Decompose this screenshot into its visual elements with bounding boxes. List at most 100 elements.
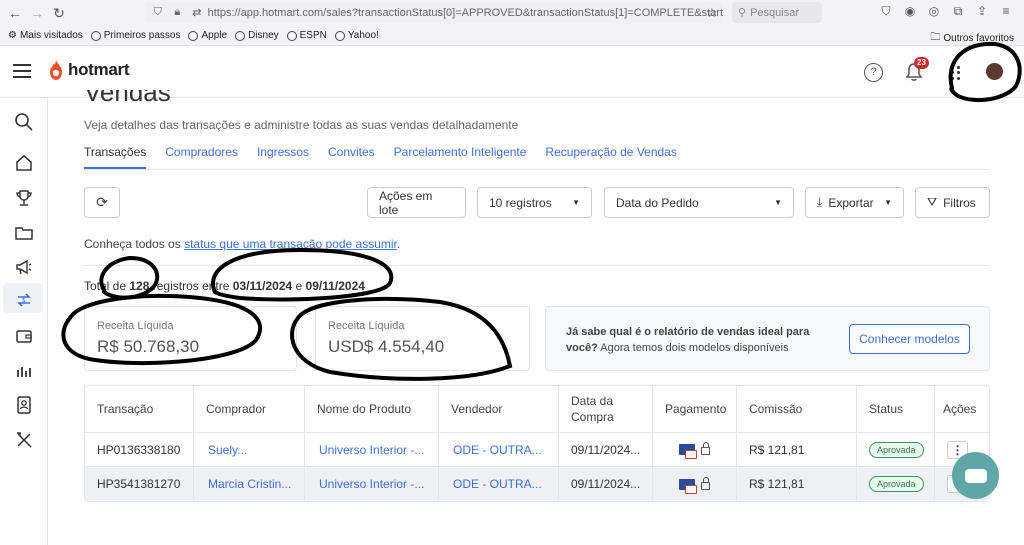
- notification-badge: 23: [914, 57, 929, 69]
- export-button[interactable]: ⤓ Exportar ▼: [805, 187, 904, 218]
- transaction-id[interactable]: HP3541381270: [85, 467, 194, 501]
- svg-text:$: $: [22, 297, 26, 304]
- search-icon: ⚲: [738, 7, 747, 19]
- column-header: Status: [857, 386, 935, 432]
- bookmarks-bar: ⚙ Mais visitados Primeiros passos Apple D…: [0, 26, 1024, 46]
- purchase-date: 09/11/2024...: [559, 433, 653, 466]
- status-cell: Aprovada: [857, 433, 935, 466]
- back-icon[interactable]: ←: [4, 5, 26, 21]
- hotmart-logo[interactable]: hotmart: [48, 59, 129, 81]
- card-value: USD$ 4.554,40: [328, 337, 445, 356]
- forward-icon[interactable]: →: [26, 5, 48, 21]
- tab-invites[interactable]: Convites: [328, 145, 375, 169]
- buyer-link[interactable]: Marcia Cristin...: [194, 467, 305, 501]
- tab-sales-recovery[interactable]: Recuperação de Vendas: [545, 145, 676, 169]
- column-header: Comprador: [194, 386, 305, 432]
- see-models-button[interactable]: Conhecer modelos: [849, 324, 970, 354]
- status-info-link[interactable]: status que uma transação pode assumir: [184, 237, 397, 251]
- bookmark-star-icon[interactable]: ☆: [706, 5, 718, 21]
- bookmark-apple[interactable]: Apple: [188, 30, 227, 41]
- permissions-icon[interactable]: ⇄: [190, 6, 204, 19]
- range-start: 03/11/2024: [232, 279, 293, 293]
- product-link[interactable]: Universo Interior -...: [305, 467, 439, 501]
- purchase-date: 09/11/2024...: [559, 467, 653, 501]
- home-icon[interactable]: [14, 153, 34, 173]
- shield-icon: ⛉: [153, 6, 162, 18]
- filters-button[interactable]: ⛛ Filtros: [915, 187, 990, 218]
- tab-transactions[interactable]: Transações: [84, 145, 147, 169]
- page-title: Vendas: [84, 90, 171, 106]
- pocket-icon[interactable]: ⛉: [878, 4, 894, 20]
- caret-down-icon: ▼: [774, 198, 782, 207]
- bar-chart-icon[interactable]: [14, 361, 34, 381]
- contact-icon[interactable]: [14, 395, 34, 415]
- globe-icon: [286, 30, 297, 41]
- bulk-actions-button[interactable]: Ações em lote: [367, 187, 466, 218]
- total-records: Total de 128 registros entre 03/11/2024 …: [84, 279, 365, 293]
- commission: R$ 121,81: [737, 433, 857, 466]
- tools-icon[interactable]: [14, 430, 34, 450]
- other-bookmarks[interactable]: 🗀︎ Outros favoritos: [930, 30, 1014, 47]
- bookmark-yahoo[interactable]: Yahoo!: [334, 30, 379, 41]
- status-cell: Aprovada: [857, 467, 935, 501]
- download-icon: ⤓: [817, 195, 823, 209]
- transaction-id[interactable]: HP0136338180: [85, 433, 194, 466]
- refresh-icon: ⟳: [96, 194, 108, 210]
- chat-widget-button[interactable]: [952, 452, 999, 499]
- bookmark-disney[interactable]: Disney: [235, 30, 279, 41]
- extensions-icon[interactable]: ⧉: [950, 4, 966, 20]
- wallet-icon[interactable]: [14, 326, 34, 346]
- filter-icon: ⛛: [927, 195, 938, 209]
- seller-link[interactable]: ODE - OUTRA...: [439, 467, 559, 501]
- credit-card-icon: [679, 478, 697, 494]
- adblock-icon[interactable]: ◉: [902, 4, 918, 20]
- payment-cell: [653, 467, 737, 501]
- tab-buyers[interactable]: Compradores: [165, 145, 238, 169]
- megaphone-icon[interactable]: [14, 257, 34, 277]
- bookmark-most-visited[interactable]: ⚙ Mais visitados: [8, 30, 83, 41]
- records-select[interactable]: 10 registros ▼: [477, 187, 592, 218]
- bookmark-first-steps[interactable]: Primeiros passos: [90, 30, 180, 41]
- menu-icon[interactable]: ≡: [998, 4, 1014, 20]
- globe-icon: [90, 30, 101, 41]
- tab-tickets[interactable]: Ingressos: [257, 145, 309, 169]
- column-header: Ações: [943, 402, 977, 416]
- refresh-button[interactable]: ⟳: [84, 187, 120, 218]
- buyer-link[interactable]: Suely...: [194, 433, 305, 466]
- help-icon[interactable]: ?: [864, 63, 883, 82]
- account-icon[interactable]: ◎: [926, 4, 942, 20]
- column-header: Transação: [85, 386, 194, 432]
- browser-search-input[interactable]: ⚲ Pesquisar: [732, 2, 822, 23]
- section-divider: [84, 265, 989, 266]
- folder-icon[interactable]: [14, 223, 34, 243]
- avatar[interactable]: [986, 63, 1003, 80]
- payment-cell: [653, 433, 737, 466]
- table-row[interactable]: HP0136338180 Suely... Universo Interior …: [85, 433, 989, 467]
- apps-grid-icon[interactable]: [951, 66, 963, 80]
- revenue-card-brl: Receita Líquida R$ 50.768,30: [84, 306, 297, 371]
- column-header: Pagamento: [653, 386, 737, 432]
- seller-link[interactable]: ODE - OUTRA...: [439, 433, 559, 466]
- range-end: 09/11/2024: [305, 279, 365, 293]
- address-bar[interactable]: ⛉ 🔒︎ ⇄ https://app.hotmart.com/sales?tra…: [145, 2, 723, 23]
- url-text: https://app.hotmart.com/sales?transactio…: [207, 6, 723, 19]
- tab-smart-installments[interactable]: Parcelamento Inteligente: [394, 145, 527, 169]
- trophy-icon[interactable]: [14, 188, 34, 208]
- logo-text: hotmart: [68, 60, 130, 79]
- product-link[interactable]: Universo Interior -...: [305, 433, 439, 466]
- table-row[interactable]: HP3541381270 Marcia Cristin... Universo …: [85, 467, 989, 501]
- bookmark-espn[interactable]: ESPN: [286, 30, 327, 41]
- reload-icon[interactable]: ↻: [48, 5, 70, 22]
- transactions-table: Transação Comprador Nome do Produto Vend…: [84, 385, 990, 502]
- share-icon[interactable]: ⇪: [974, 4, 990, 20]
- sales-icon[interactable]: $: [14, 290, 34, 310]
- search-icon[interactable]: [14, 112, 34, 132]
- hamburger-menu-icon[interactable]: [13, 64, 31, 78]
- chat-bubble-icon: [964, 468, 987, 483]
- banner-text: Já sabe qual é o relatório de vendas ide…: [566, 326, 810, 354]
- table-header-row: Transação Comprador Nome do Produto Vend…: [85, 386, 989, 433]
- card-label: Receita Líquida: [328, 320, 405, 332]
- globe-icon: [334, 30, 345, 41]
- report-models-banner: Já sabe qual é o relatório de vendas ide…: [545, 306, 990, 371]
- date-filter-select[interactable]: Data do Pedido ▼: [604, 187, 794, 218]
